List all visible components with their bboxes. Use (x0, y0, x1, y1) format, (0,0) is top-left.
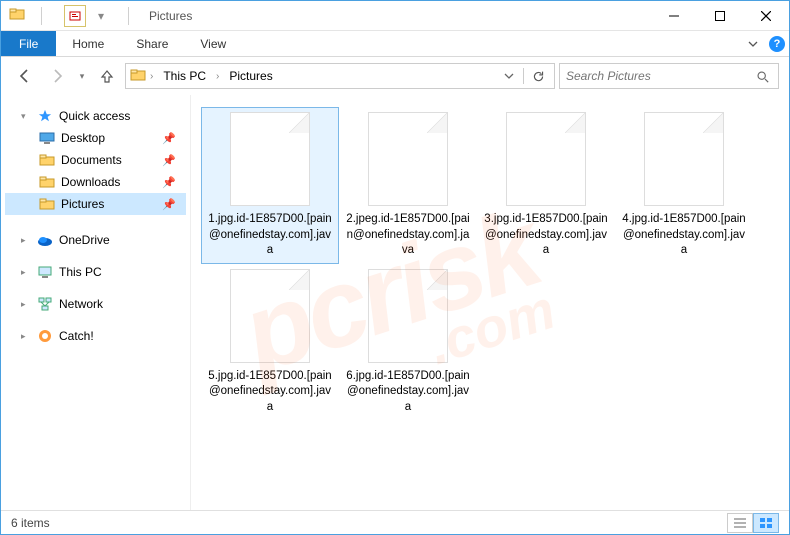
search-input[interactable] (566, 69, 752, 83)
file-name: 3.jpg.id-1E857D00.[pain@onefinedstay.com… (482, 212, 610, 259)
separator (523, 68, 524, 84)
chevron-right-icon[interactable]: › (214, 71, 221, 82)
sidebar-item-label: Downloads (61, 175, 120, 189)
file-icon (230, 112, 310, 206)
sidebar-item-label: Desktop (61, 131, 105, 145)
chevron-right-icon (21, 331, 31, 342)
onedrive-icon (37, 232, 53, 248)
sidebar-item-catch[interactable]: Catch! (5, 325, 186, 347)
history-dropdown-icon[interactable]: ▾ (75, 62, 89, 90)
crumb-this-pc[interactable]: This PC (157, 64, 212, 88)
sidebar-item-label: Catch! (59, 329, 94, 343)
icons-view-button[interactable] (753, 513, 779, 533)
file-tab[interactable]: File (1, 31, 56, 56)
close-button[interactable] (743, 1, 789, 31)
sidebar-item-pictures[interactable]: Pictures 📌 (5, 193, 186, 215)
sidebar-item-label: Pictures (61, 197, 104, 211)
sidebar-item-label: Network (59, 297, 103, 311)
file-icon (368, 269, 448, 363)
chevron-right-icon (21, 299, 31, 310)
file-name: 5.jpg.id-1E857D00.[pain@onefinedstay.com… (206, 369, 334, 416)
up-button[interactable] (93, 62, 121, 90)
folder-icon (39, 174, 55, 190)
qat-new-folder-icon[interactable]: ▾ (90, 5, 112, 27)
file-name: 1.jpg.id-1E857D00.[pain@onefinedstay.com… (206, 212, 334, 259)
folder-icon (39, 152, 55, 168)
sidebar-item-network[interactable]: Network (5, 293, 186, 315)
refresh-button[interactable] (526, 64, 550, 88)
sidebar-item-thispc[interactable]: This PC (5, 261, 186, 283)
file-item[interactable]: 2.jpeg.id-1E857D00.[pain@onefinedstay.co… (339, 107, 477, 264)
ribbon: File Home Share View ? (1, 31, 789, 57)
sidebar-item-desktop[interactable]: Desktop 📌 (5, 127, 186, 149)
file-item[interactable]: 6.jpg.id-1E857D00.[pain@onefinedstay.com… (339, 264, 477, 421)
file-name: 2.jpeg.id-1E857D00.[pain@onefinedstay.co… (344, 212, 472, 259)
address-dropdown-icon[interactable] (497, 64, 521, 88)
file-item[interactable]: 4.jpg.id-1E857D00.[pain@onefinedstay.com… (615, 107, 753, 264)
details-view-button[interactable] (727, 513, 753, 533)
desktop-icon (39, 130, 55, 146)
folder-icon (39, 196, 55, 212)
thispc-icon (37, 264, 53, 280)
address-bar: ▾ › This PC › Pictures (1, 57, 789, 95)
file-item[interactable]: 1.jpg.id-1E857D00.[pain@onefinedstay.com… (201, 107, 339, 264)
explorer-app-icon (9, 6, 25, 25)
maximize-button[interactable] (697, 1, 743, 31)
separator (128, 7, 129, 25)
folder-icon (130, 67, 146, 86)
catch-icon (37, 328, 53, 344)
sidebar-quick-access[interactable]: Quick access (5, 105, 186, 127)
status-item-count: 6 items (11, 516, 50, 530)
file-item[interactable]: 5.jpg.id-1E857D00.[pain@onefinedstay.com… (201, 264, 339, 421)
chevron-right-icon (21, 267, 31, 278)
star-icon (37, 108, 53, 124)
address-path[interactable]: › This PC › Pictures (125, 63, 555, 89)
file-item[interactable]: 3.jpg.id-1E857D00.[pain@onefinedstay.com… (477, 107, 615, 264)
file-name: 4.jpg.id-1E857D00.[pain@onefinedstay.com… (620, 212, 748, 259)
titlebar: ▾ Pictures (1, 1, 789, 31)
sidebar-item-downloads[interactable]: Downloads 📌 (5, 171, 186, 193)
window-title: Pictures (149, 9, 192, 23)
sidebar-item-label: Documents (61, 153, 122, 167)
sidebar-item-documents[interactable]: Documents 📌 (5, 149, 186, 171)
search-icon[interactable] (752, 70, 772, 83)
help-button[interactable]: ? (765, 31, 789, 56)
file-name: 6.jpg.id-1E857D00.[pain@onefinedstay.com… (344, 369, 472, 416)
chevron-right-icon (21, 235, 31, 246)
pin-icon: 📌 (162, 176, 176, 189)
tab-view[interactable]: View (184, 31, 242, 56)
sidebar-item-label: Quick access (59, 109, 130, 123)
minimize-button[interactable] (651, 1, 697, 31)
tab-home[interactable]: Home (56, 31, 120, 56)
help-icon: ? (769, 36, 785, 52)
back-button[interactable] (11, 62, 39, 90)
navigation-pane: Quick access Desktop📌Documents📌Downloads… (1, 95, 191, 510)
separator (41, 7, 42, 25)
chevron-down-icon (21, 111, 31, 122)
tab-share[interactable]: Share (120, 31, 184, 56)
pin-icon: 📌 (162, 132, 176, 145)
sidebar-item-label: This PC (59, 265, 102, 279)
forward-button[interactable] (43, 62, 71, 90)
qat-properties-icon[interactable] (64, 5, 86, 27)
file-icon (644, 112, 724, 206)
file-icon (230, 269, 310, 363)
pin-icon: 📌 (162, 198, 176, 211)
main-area: Quick access Desktop📌Documents📌Downloads… (1, 95, 789, 510)
file-icon (506, 112, 586, 206)
file-icon (368, 112, 448, 206)
search-box[interactable] (559, 63, 779, 89)
crumb-pictures[interactable]: Pictures (223, 64, 278, 88)
sidebar-item-label: OneDrive (59, 233, 110, 247)
network-icon (37, 296, 53, 312)
status-bar: 6 items (1, 510, 789, 534)
chevron-right-icon[interactable]: › (148, 71, 155, 82)
sidebar-item-onedrive[interactable]: OneDrive (5, 229, 186, 251)
pin-icon: 📌 (162, 154, 176, 167)
ribbon-expand-icon[interactable] (741, 31, 765, 56)
content-pane[interactable]: 1.jpg.id-1E857D00.[pain@onefinedstay.com… (191, 95, 789, 510)
